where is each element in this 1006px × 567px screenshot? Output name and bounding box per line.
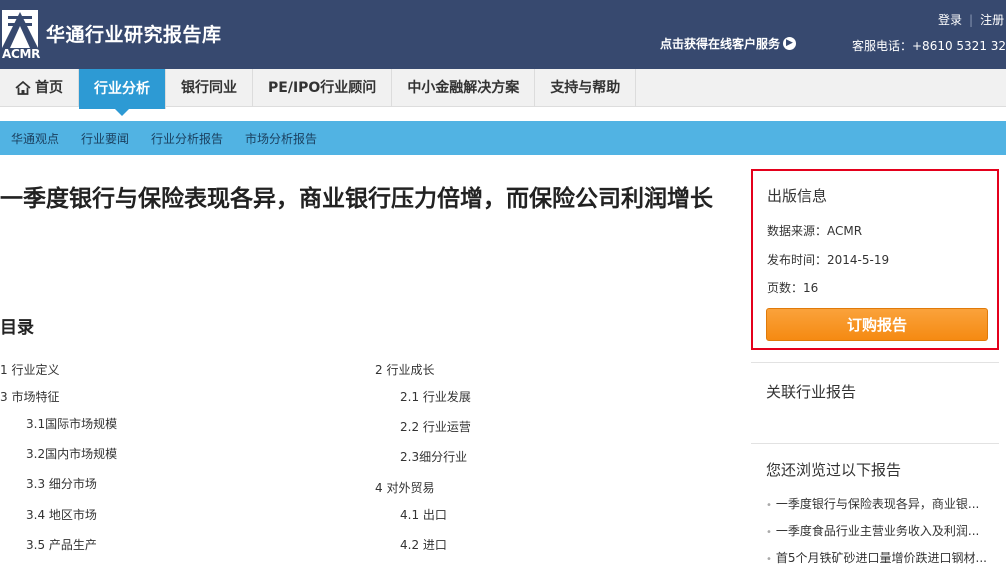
related-reports-heading: 关联行业报告 [766, 383, 857, 401]
site-title[interactable]: 华通行业研究报告库 [46, 20, 222, 47]
order-report-button[interactable]: 订购报告 [766, 308, 988, 341]
toc-item[interactable]: 2.2 行业运营 [400, 418, 471, 435]
recent-report-link[interactable]: • 一季度银行与保险表现各异，商业银... [766, 495, 1006, 512]
nav-item-home[interactable]: 首页 [0, 69, 79, 107]
toc-heading: 目录 [0, 318, 34, 338]
recent-report-title: 一季度银行与保险表现各异，商业银... [775, 497, 980, 511]
logo-text: ACMR [2, 47, 41, 61]
subnav-item-viewpoints[interactable]: 华通观点 [0, 130, 70, 147]
site-header: ACMR 华通行业研究报告库 点击获得在线客户服务 ▶ 登录 | 注册 客服电话：+… [0, 0, 1006, 69]
toc-item[interactable]: 2 行业成长 [375, 361, 434, 378]
separator: | [969, 13, 974, 27]
recent-report-link[interactable]: • 首5个月铁矿砂进口量增价跌进口钢材... [766, 549, 1006, 566]
nav-item-support[interactable]: 支持与帮助 [535, 69, 637, 107]
online-service-label: 点击获得在线客户服务 [660, 37, 781, 51]
login-link[interactable]: 登录 [938, 13, 962, 27]
subnav-item-industry-reports[interactable]: 行业分析报告 [140, 130, 234, 147]
toc-item[interactable]: 2.1 行业发展 [400, 388, 471, 405]
bullet-icon: • [766, 500, 772, 511]
toc-item[interactable]: 3.1国际市场规模 [26, 415, 117, 432]
recent-report-title: 首5个月铁矿砂进口量增价跌进口钢材... [775, 551, 987, 565]
service-hotline: 客服电话：+8610 5321 3253 [852, 39, 1006, 53]
subnav-item-news[interactable]: 行业要闻 [70, 130, 140, 147]
arrow-right-icon: ▶ [783, 37, 797, 50]
nav-item-sme-finance[interactable]: 中小金融解决方案 [392, 69, 536, 107]
recent-report-title: 一季度食品行业主营业务收入及利润... [775, 524, 980, 538]
toc-item[interactable]: 4.2 进口 [400, 536, 447, 553]
nav-item-pe-ipo[interactable]: PE/IPO行业顾问 [253, 69, 393, 107]
toc-item[interactable]: 1 行业定义 [0, 361, 59, 378]
bullet-icon: • [766, 554, 772, 565]
toc-item[interactable]: 3.4 地区市场 [26, 506, 97, 523]
data-source: 数据来源：ACMR [767, 224, 863, 238]
sub-nav: 华通观点 行业要闻 行业分析报告 市场分析报告 [0, 121, 1006, 155]
toc-item[interactable]: 4.1 出口 [400, 506, 447, 523]
report-title: 一季度银行与保险表现各异，商业银行压力倍增，而保险公司利润增长 [0, 186, 713, 212]
publication-info-title: 出版信息 [767, 187, 828, 205]
register-link[interactable]: 注册 [980, 13, 1004, 27]
publish-date: 发布时间：2014-5-19 [767, 253, 890, 267]
main-nav: 首页 行业分析 银行同业 PE/IPO行业顾问 中小金融解决方案 支持与帮助 [0, 69, 1006, 116]
nav-item-banking[interactable]: 银行同业 [166, 69, 253, 107]
toc-item[interactable]: 3.3 细分市场 [26, 475, 97, 492]
toc-item[interactable]: 3.5 产品生产 [26, 536, 97, 553]
divider [751, 443, 999, 444]
bullet-icon: • [766, 527, 772, 538]
divider [751, 362, 999, 363]
recently-viewed-heading: 您还浏览过以下报告 [766, 461, 902, 479]
nav-item-industry-analysis[interactable]: 行业分析 [79, 69, 166, 116]
publication-info-box: 出版信息 数据来源：ACMR 发布时间：2014-5-19 页数：16 订购报告 [751, 169, 999, 350]
page-count: 页数：16 [767, 281, 819, 295]
subnav-item-market-reports[interactable]: 市场分析报告 [234, 130, 328, 147]
toc-item[interactable]: 3.2国内市场规模 [26, 445, 117, 462]
toc-item[interactable]: 2.3细分行业 [400, 448, 467, 465]
online-service-link[interactable]: 点击获得在线客户服务 ▶ [660, 35, 797, 52]
recent-report-link[interactable]: • 一季度食品行业主营业务收入及利润... [766, 522, 1006, 539]
nav-item-label: 首页 [35, 80, 63, 96]
toc-item[interactable]: 4 对外贸易 [375, 479, 434, 496]
home-icon [15, 80, 31, 95]
account-links: 登录 | 注册 [938, 11, 1004, 28]
toc-item[interactable]: 3 市场特征 [0, 388, 59, 405]
